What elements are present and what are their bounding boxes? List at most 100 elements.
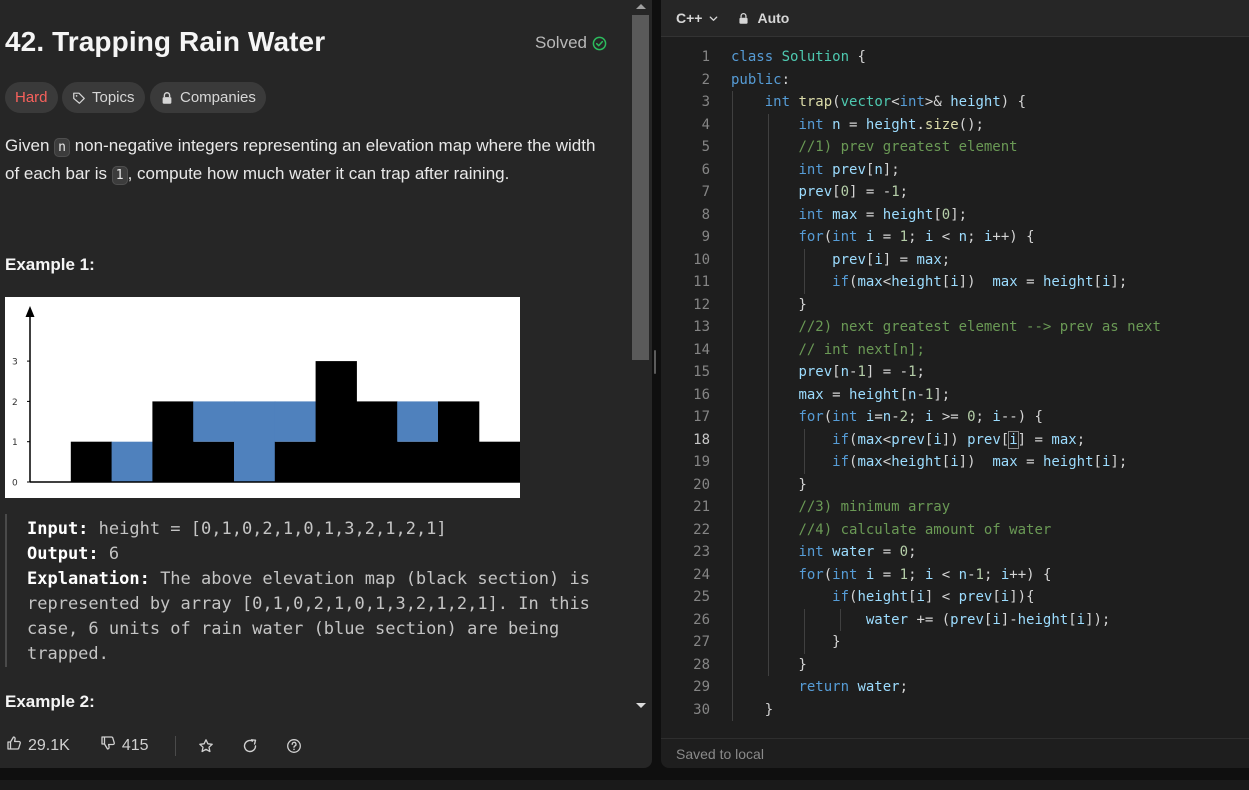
line-number: 30 [693, 701, 710, 718]
line-number: 7 [701, 184, 710, 200]
scroll-down-arrow-icon[interactable] [636, 703, 646, 708]
line-number: 11 [693, 274, 710, 290]
code-text: for(int i = 1; i < n; i++) { [798, 229, 1035, 245]
solved-label: Solved [535, 33, 587, 52]
line-number: 1 [701, 49, 710, 65]
line-number: 14 [693, 341, 710, 358]
chevron-down-icon [710, 15, 718, 21]
lock-icon [162, 91, 172, 104]
line-number: 24 [693, 566, 710, 583]
language-select[interactable]: C++ [676, 10, 719, 26]
code-text: if(max<height[i]) max = height[i]; [832, 274, 1128, 290]
line-number: 9 [701, 229, 710, 245]
example-2-title: Example 2: [5, 692, 95, 711]
code-line: 1 class Solution { [661, 46, 1249, 69]
companies-button[interactable]: Companies [150, 82, 266, 113]
code-line: 5 //1) prev greatest element [661, 136, 1249, 159]
line-number: 4 [701, 116, 710, 133]
code-line: 18 if(max<prev[i]) prev[i] = max; [661, 429, 1249, 452]
help-icon[interactable] [286, 738, 302, 754]
axis-arrow [25, 306, 35, 317]
input-value: height = [0,1,0,2,1,0,1,3,2,1,2,1] [88, 519, 447, 539]
difficulty-label: Hard [15, 89, 48, 106]
code-line: 26 water += (prev[i]-height[i]); [661, 609, 1249, 632]
topics-button[interactable]: Topics [62, 82, 145, 113]
solved-status: Solved [535, 33, 607, 53]
code-line: 28 } [661, 654, 1249, 677]
code-line: 17 for(int i=n-2; i >= 0; i--) { [661, 406, 1249, 429]
favorite-star-icon[interactable] [198, 738, 214, 754]
line-number: 5 [701, 139, 710, 155]
code-text: class Solution { [731, 49, 866, 65]
code-text: // int next[n]; [798, 341, 925, 358]
code-line: 22 //4) calculate amount of water [661, 519, 1249, 542]
line-number: 23 [693, 544, 710, 560]
elevation-bar [397, 441, 439, 482]
code-line: 29 return water; [661, 676, 1249, 699]
code-text: int trap(vector<int>& height) { [764, 94, 1027, 110]
code-text: for(int i = 1; i < n-1; i++) { [798, 566, 1052, 583]
editor-toolbar: C++ Auto [661, 0, 1249, 37]
line-number: 20 [693, 476, 710, 493]
code-text: } [731, 296, 807, 313]
code-text: } [731, 634, 841, 650]
scroll-up-arrow-icon[interactable] [636, 4, 646, 9]
code-text: int max = height[0]; [798, 206, 968, 223]
dislike-button[interactable]: 415 [100, 735, 149, 756]
code-text: prev[n-1] = -1; [798, 364, 925, 380]
water-block [111, 441, 153, 482]
water-block [234, 401, 276, 482]
topics-label: Topics [92, 89, 135, 106]
scrollbar-thumb[interactable] [632, 15, 649, 360]
line-number: 25 [693, 589, 710, 605]
code-text: //4) calculate amount of water [798, 521, 1052, 538]
code-text: } [731, 701, 774, 718]
line-number: 28 [693, 656, 710, 673]
save-status: Saved to local [676, 746, 764, 762]
code-line: 2 public: [661, 69, 1249, 92]
y-tick-label: 1 [12, 438, 18, 448]
code-text: max = height[n-1]; [798, 386, 951, 403]
dislikes-count: 415 [121, 736, 149, 754]
code-text: //3) minimum array [798, 499, 951, 515]
y-tick-label: 2 [12, 398, 18, 408]
like-button[interactable]: 29.1K [6, 735, 70, 756]
output-value: 6 [98, 544, 120, 564]
line-number: 29 [693, 679, 710, 695]
code-line: 21 //3) minimum array [661, 496, 1249, 519]
elevation-bar [315, 361, 357, 482]
code-line: 13 //2) next greatest element --> prev a… [661, 316, 1249, 339]
language-label: C++ [676, 10, 703, 26]
elevation-bar [274, 441, 317, 482]
line-number: 19 [693, 454, 710, 470]
output-label: Output: [27, 544, 99, 564]
elevation-map-image: 0 1 2 3 [5, 297, 520, 498]
code-editor[interactable]: 1 class Solution { 2 public: 3 int trap(ve… [661, 46, 1249, 726]
likes-count: 29.1K [28, 736, 70, 754]
companies-label: Companies [180, 89, 256, 106]
water-block [274, 401, 317, 442]
thumbs-up-icon [6, 735, 22, 756]
line-number: 16 [693, 386, 710, 403]
auto-mode-label: Auto [757, 10, 790, 26]
code-line: 14 // int next[n]; [661, 339, 1249, 362]
y-tick-label: 3 [12, 358, 18, 368]
panel-resize-handle[interactable] [654, 350, 656, 374]
line-number: 26 [693, 611, 710, 628]
elevation-bar [193, 441, 235, 482]
line-number: 18 [693, 431, 710, 448]
share-icon[interactable] [242, 738, 258, 754]
code-line: 16 max = height[n-1]; [661, 384, 1249, 407]
problem-panel: 42. Trapping Rain Water Solved Hard Topi… [0, 0, 652, 768]
code-line: 10 prev[i] = max; [661, 249, 1249, 272]
description-text: Given [5, 136, 55, 155]
code-line: 24 for(int i = 1; i < n-1; i++) { [661, 564, 1249, 587]
check-circle-icon [592, 36, 607, 50]
code-line: 7 prev[0] = -1; [661, 181, 1249, 204]
auto-mode-toggle[interactable]: Auto [737, 10, 789, 26]
elevation-bar [438, 401, 480, 482]
code-text: int n = height.size(); [798, 116, 984, 133]
difficulty-badge: Hard [5, 82, 58, 113]
water-block [193, 401, 235, 442]
problem-description-area[interactable]: 42. Trapping Rain Water Solved Hard Topi… [0, 0, 632, 718]
